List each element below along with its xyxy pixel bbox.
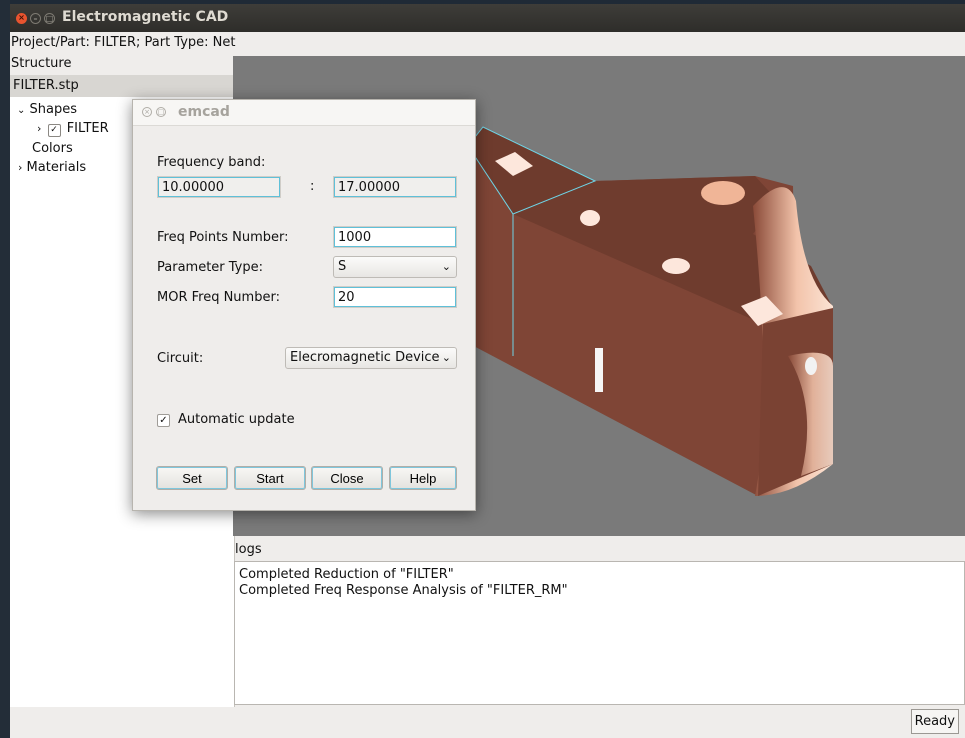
checkbox-checked-icon[interactable]: ✓ bbox=[47, 124, 61, 137]
freq-separator: : bbox=[310, 179, 315, 194]
maximize-window-icon[interactable]: □ bbox=[44, 13, 55, 24]
set-button[interactable]: Set bbox=[156, 466, 228, 490]
window-title: Electromagnetic CAD bbox=[62, 9, 229, 25]
freq-points-label: Freq Points Number: bbox=[157, 230, 289, 245]
tree-label-materials: Materials bbox=[26, 160, 87, 175]
tree-label-shapes: Shapes bbox=[29, 102, 78, 117]
mor-freq-field[interactable] bbox=[333, 286, 457, 308]
tree-label-filter: FILTER bbox=[66, 121, 109, 136]
tree-item-colors[interactable]: Colors bbox=[32, 140, 73, 158]
circuit-value: Elecromagnetic Device bbox=[290, 350, 440, 365]
chevron-right-icon[interactable]: › bbox=[18, 161, 22, 174]
maximize-dialog-icon[interactable]: □ bbox=[156, 107, 166, 117]
freq-min-field[interactable] bbox=[157, 176, 281, 198]
parameter-type-label: Parameter Type: bbox=[157, 260, 264, 275]
close-button[interactable]: Close bbox=[311, 466, 383, 490]
file-header[interactable]: FILTER.stp bbox=[10, 75, 234, 97]
close-window-icon[interactable]: × bbox=[16, 13, 27, 24]
mor-freq-label: MOR Freq Number: bbox=[157, 290, 280, 305]
structure-label: Structure bbox=[11, 56, 72, 71]
dialog-title: emcad bbox=[178, 104, 230, 120]
status-ready: Ready bbox=[910, 709, 959, 734]
chevron-down-icon[interactable]: ⌄ bbox=[17, 105, 25, 116]
auto-update-checkbox[interactable]: ✓ bbox=[157, 414, 170, 427]
tree-item-materials[interactable]: › Materials bbox=[18, 159, 86, 177]
tree-item-filter[interactable]: › ✓ FILTER bbox=[37, 120, 109, 138]
close-dialog-icon[interactable]: × bbox=[142, 107, 152, 117]
log-line: Completed Reduction of "FILTER" bbox=[239, 567, 454, 582]
chevron-right-icon[interactable]: › bbox=[37, 122, 41, 135]
logs-panel: Completed Reduction of "FILTER" Complete… bbox=[234, 561, 965, 705]
log-line: Completed Freq Response Analysis of "FIL… bbox=[239, 583, 568, 598]
help-button[interactable]: Help bbox=[389, 466, 457, 490]
freq-points-field[interactable] bbox=[333, 226, 457, 248]
start-button[interactable]: Start bbox=[234, 466, 306, 490]
parameter-type-select[interactable]: S ⌄ bbox=[333, 256, 457, 278]
circuit-label: Circuit: bbox=[157, 351, 204, 366]
desktop-edge bbox=[0, 0, 10, 738]
freq-max-field[interactable] bbox=[333, 176, 457, 198]
chevron-down-icon: ⌄ bbox=[441, 260, 451, 273]
auto-update-label: Automatic update bbox=[178, 412, 295, 427]
project-info: Project/Part: FILTER; Part Type: Net bbox=[11, 35, 236, 50]
chevron-down-icon: ⌄ bbox=[441, 351, 451, 364]
tree-item-shapes[interactable]: ⌄ Shapes bbox=[17, 101, 77, 120]
circuit-select[interactable]: Elecromagnetic Device ⌄ bbox=[285, 347, 457, 369]
logs-label: logs bbox=[235, 542, 262, 557]
parameter-type-value: S bbox=[338, 259, 347, 274]
frequency-band-label: Frequency band: bbox=[157, 155, 266, 170]
dialog-title-bar: × □ emcad bbox=[133, 100, 475, 126]
title-bar: × – □ Electromagnetic CAD bbox=[10, 4, 965, 32]
minimize-window-icon[interactable]: – bbox=[30, 13, 41, 24]
emcad-dialog: × □ emcad Frequency band: : Freq Points … bbox=[132, 99, 476, 511]
status-bar: Ready bbox=[10, 707, 965, 738]
